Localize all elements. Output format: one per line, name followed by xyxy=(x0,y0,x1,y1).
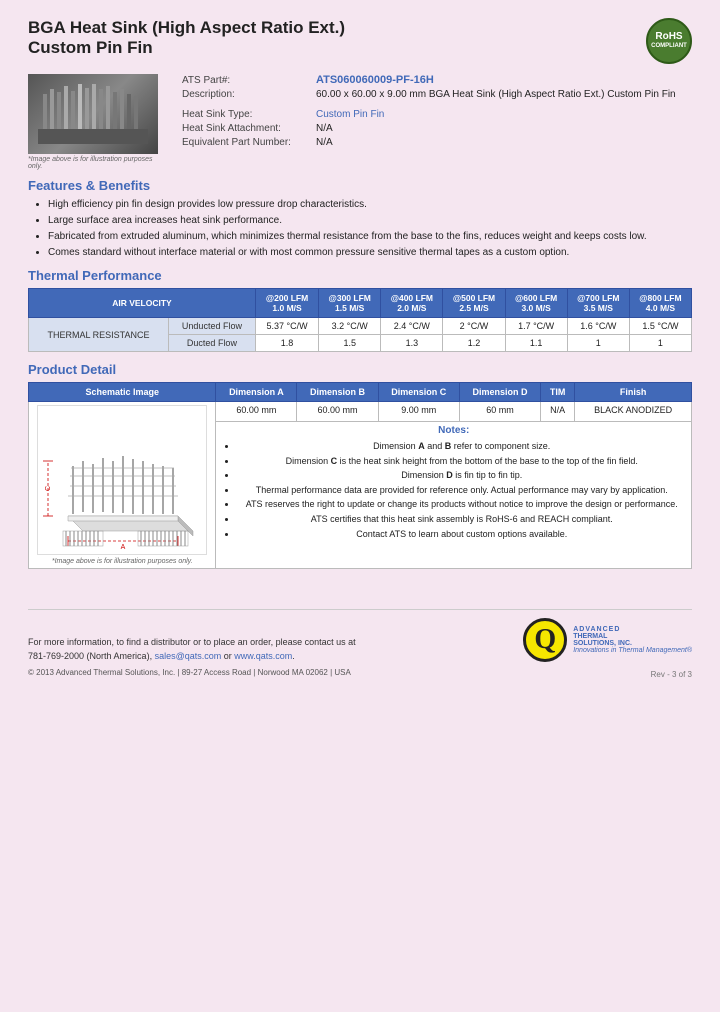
detail-val-a: 60.00 mm xyxy=(216,402,297,422)
ats-text: ADVANCED THERMAL SOLUTIONS, INC. Innovat… xyxy=(573,626,692,654)
thermal-col-700: @700 LFM3.5 M/S xyxy=(567,289,629,318)
detail-col-b: Dimension B xyxy=(297,383,378,402)
spec-value-attachment: N/A xyxy=(316,123,333,134)
thermal-col-800: @800 LFM4.0 M/S xyxy=(629,289,691,318)
list-item: Fabricated from extruded aluminum, which… xyxy=(48,230,692,244)
thermal-col-200: @200 LFM1.0 M/S xyxy=(255,289,318,318)
product-image xyxy=(28,74,158,154)
features-list: High efficiency pin fin design provides … xyxy=(28,198,692,260)
thermal-cell: 1.2 xyxy=(443,335,505,352)
thermal-cell: 3.2 °C/W xyxy=(319,318,381,335)
svg-text:A: A xyxy=(121,544,126,551)
product-specs: ATS Part#: ATS060060009-PF-16H Descripti… xyxy=(182,74,692,170)
spec-label-partnum: ATS Part#: xyxy=(182,75,312,86)
thermal-performance-title: Thermal Performance xyxy=(28,268,692,283)
detail-col-c: Dimension C xyxy=(378,383,459,402)
list-item: High efficiency pin fin design provides … xyxy=(48,198,692,212)
thermal-cell: 1.6 °C/W xyxy=(567,318,629,335)
thermal-col-500: @500 LFM2.5 M/S xyxy=(443,289,505,318)
spec-value-equiv: N/A xyxy=(316,137,333,148)
header-title: BGA Heat Sink (High Aspect Ratio Ext.) C… xyxy=(28,18,345,59)
notes-list: Dimension A and B refer to component siz… xyxy=(221,440,686,540)
thermal-cell: 2.4 °C/W xyxy=(381,318,443,335)
list-item: Comes standard without interface materia… xyxy=(48,246,692,260)
header: BGA Heat Sink (High Aspect Ratio Ext.) C… xyxy=(28,18,692,64)
svg-text:C: C xyxy=(45,486,52,491)
footer-email-link[interactable]: sales@qats.com xyxy=(155,651,222,661)
thermal-cell: 1.5 xyxy=(319,335,381,352)
rohs-badge: RoHS COMPLIANT xyxy=(646,18,692,64)
spec-row-partnum: ATS Part#: ATS060060009-PF-16H xyxy=(182,74,692,86)
detail-val-b: 60.00 mm xyxy=(297,402,378,422)
spec-row-attachment: Heat Sink Attachment: N/A xyxy=(182,123,692,134)
footer-copyright: © 2013 Advanced Thermal Solutions, Inc. … xyxy=(28,667,356,679)
spec-row-type: Heat Sink Type: Custom Pin Fin xyxy=(182,109,692,120)
notes-title: Notes: xyxy=(221,425,686,436)
spec-value-description: 60.00 x 60.00 x 9.00 mm BGA Heat Sink (H… xyxy=(316,89,676,100)
thermal-unducted-label: Unducted Flow xyxy=(168,318,255,335)
detail-val-finish: BLACK ANODIZED xyxy=(575,402,692,422)
thermal-col-400: @400 LFM2.0 M/S xyxy=(381,289,443,318)
spec-row-description: Description: 60.00 x 60.00 x 9.00 mm BGA… xyxy=(182,89,692,100)
spec-label-type: Heat Sink Type: xyxy=(182,109,312,120)
thermal-cell: 1 xyxy=(567,335,629,352)
note-item: ATS certifies that this heat sink assemb… xyxy=(237,513,686,526)
thermal-performance-table: AIR VELOCITY @200 LFM1.0 M/S @300 LFM1.5… xyxy=(28,288,692,352)
note-item: Contact ATS to learn about custom option… xyxy=(237,528,686,541)
thermal-row-group: THERMAL RESISTANCE xyxy=(29,318,169,352)
schematic-image-cell: C A xyxy=(29,402,216,569)
thermal-cell: 1 xyxy=(629,335,691,352)
thermal-cell: 1.7 °C/W xyxy=(505,318,567,335)
thermal-cell: 1.8 xyxy=(255,335,318,352)
page-title: BGA Heat Sink (High Aspect Ratio Ext.) C… xyxy=(28,18,345,59)
footer-contact: For more information, to find a distribu… xyxy=(28,636,356,663)
detail-col-finish: Finish xyxy=(575,383,692,402)
detail-col-a: Dimension A xyxy=(216,383,297,402)
product-detail-table: Schematic Image Dimension A Dimension B … xyxy=(28,382,692,569)
product-image-block: *Image above is for illustration purpose… xyxy=(28,74,168,170)
detail-col-d: Dimension D xyxy=(459,383,540,402)
detail-val-tim: N/A xyxy=(541,402,575,422)
detail-val-c: 9.00 mm xyxy=(378,402,459,422)
info-section: *Image above is for illustration purpose… xyxy=(28,74,692,170)
thermal-col-airvelocity: AIR VELOCITY xyxy=(29,289,256,318)
footer-website-link[interactable]: www.qats.com xyxy=(234,651,292,661)
thermal-col-600: @600 LFM3.0 M/S xyxy=(505,289,567,318)
thermal-cell: 1.1 xyxy=(505,335,567,352)
thermal-cell: 5.37 °C/W xyxy=(255,318,318,335)
list-item: Large surface area increases heat sink p… xyxy=(48,214,692,228)
spec-label-equiv: Equivalent Part Number: xyxy=(182,137,312,148)
note-item: Dimension D is fin tip to fin tip. xyxy=(237,469,686,482)
product-detail-title: Product Detail xyxy=(28,362,692,377)
note-item: Dimension C is the heat sink height from… xyxy=(237,455,686,468)
detail-col-schematic: Schematic Image xyxy=(29,383,216,402)
product-image-caption: *Image above is for illustration purpose… xyxy=(28,156,168,170)
note-item: Thermal performance data are provided fo… xyxy=(237,484,686,497)
page-number: Rev - 3 of 3 xyxy=(651,670,692,679)
page: BGA Heat Sink (High Aspect Ratio Ext.) C… xyxy=(0,0,720,1012)
features-title: Features & Benefits xyxy=(28,178,692,193)
thermal-cell: 1.3 xyxy=(381,335,443,352)
thermal-ducted-label: Ducted Flow xyxy=(168,335,255,352)
schematic-image: C A xyxy=(37,405,207,555)
note-item: ATS reserves the right to update or chan… xyxy=(237,498,686,511)
spec-label-description: Description: xyxy=(182,89,312,100)
footer: For more information, to find a distribu… xyxy=(28,609,692,679)
footer-left: For more information, to find a distribu… xyxy=(28,636,356,679)
detail-val-d: 60 mm xyxy=(459,402,540,422)
thermal-cell: 2 °C/W xyxy=(443,318,505,335)
ats-q-icon: Q xyxy=(523,618,567,662)
thermal-cell: 1.5 °C/W xyxy=(629,318,691,335)
spec-value-partnum: ATS060060009-PF-16H xyxy=(316,74,434,86)
ats-logo: Q ADVANCED THERMAL SOLUTIONS, INC. Innov… xyxy=(523,618,692,662)
notes-cell: Notes: Dimension A and B refer to compon… xyxy=(216,422,692,569)
thermal-col-300: @300 LFM1.5 M/S xyxy=(319,289,381,318)
note-item: Dimension A and B refer to component siz… xyxy=(237,440,686,453)
spec-value-type: Custom Pin Fin xyxy=(316,109,384,120)
spec-label-attachment: Heat Sink Attachment: xyxy=(182,123,312,134)
spec-row-equiv: Equivalent Part Number: N/A xyxy=(182,137,692,148)
detail-col-tim: TIM xyxy=(541,383,575,402)
schematic-caption: *Image above is for illustration purpose… xyxy=(34,558,210,565)
